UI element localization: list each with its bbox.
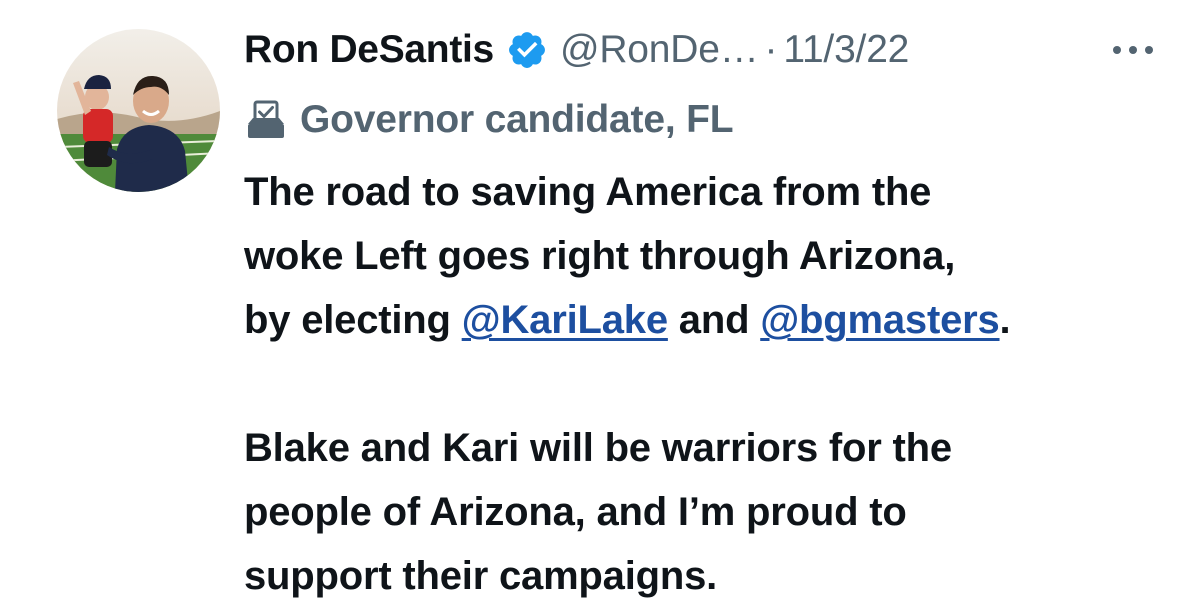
author-display-name[interactable]: Ron DeSantis: [244, 28, 494, 72]
tweet-text-line: woke Left goes right through Arizona,: [244, 234, 956, 278]
more-options-icon[interactable]: [1110, 40, 1156, 60]
tweet-text-line: The road to saving America from the: [244, 170, 932, 214]
author-handle[interactable]: @RonDe…: [560, 28, 759, 72]
tweet-text-segment: by electing: [244, 298, 462, 342]
mention-link-karilake[interactable]: @KariLake: [462, 298, 668, 342]
profile-photo: [57, 29, 220, 192]
tweet-header: Ron DeSantis @RonDe… · 11/3/22: [244, 24, 909, 76]
tweet-text-line: Blake and Kari will be warriors for the: [244, 426, 952, 470]
tweet-card[interactable]: Ron DeSantis @RonDe… · 11/3/22 Governor …: [0, 0, 1200, 600]
verified-badge-icon: [506, 29, 548, 71]
tweet-text-line: by electing @KariLake and @bgmasters.: [244, 288, 1184, 352]
tweet-text-segment: .: [999, 298, 1011, 342]
tweet-text-segment: and: [667, 298, 761, 342]
tweet-text-line: support their campaigns.: [244, 554, 718, 598]
mention-link-bgmasters[interactable]: @bgmasters: [760, 298, 1000, 342]
separator-dot: ·: [764, 28, 778, 71]
tweet-text-line: people of Arizona, and I’m proud to: [244, 490, 907, 534]
tweet-body: The road to saving America from the woke…: [244, 160, 1184, 608]
author-avatar[interactable]: [57, 29, 220, 192]
affiliation-label-row: Governor candidate, FL: [244, 94, 734, 146]
affiliation-label: Governor candidate, FL: [300, 98, 734, 141]
tweet-date[interactable]: 11/3/22: [783, 28, 909, 72]
ballot-box-icon: [244, 98, 288, 142]
